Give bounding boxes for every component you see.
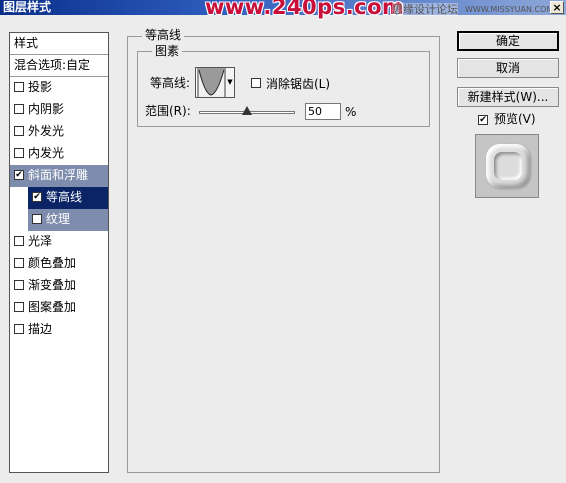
sidebar-item-contour[interactable]: 等高线: [28, 187, 108, 209]
sidebar-item-bevel-emboss[interactable]: 斜面和浮雕: [10, 165, 108, 187]
sidebar-item-label: 外发光: [28, 124, 65, 138]
preview-checkbox[interactable]: [478, 115, 488, 125]
range-slider[interactable]: [199, 106, 295, 115]
checkbox-pattern-overlay[interactable]: [14, 301, 24, 312]
chevron-down-icon[interactable]: ▼: [225, 68, 234, 97]
checkbox-satin[interactable]: [14, 235, 24, 246]
sidebar-item-label: 渐变叠加: [28, 278, 77, 292]
checkbox-inner-glow[interactable]: [14, 147, 24, 158]
range-label: 范围(R):: [145, 104, 191, 118]
style-preview: [475, 134, 539, 198]
sidebar-item-inner-glow[interactable]: 内发光: [10, 143, 108, 165]
ok-button[interactable]: 确定: [457, 31, 559, 51]
antialias-label[interactable]: 消除锯齿(L): [266, 77, 330, 91]
preview-shape: [486, 144, 530, 188]
range-slider-thumb[interactable]: [242, 106, 252, 115]
contour-curve-icon: [197, 68, 226, 97]
checkbox-gradient-overlay[interactable]: [14, 279, 24, 290]
sidebar-item-label: 图案叠加: [28, 300, 77, 314]
antialias-checkbox[interactable]: [251, 78, 261, 88]
blend-options-item[interactable]: 混合选项:自定: [10, 55, 108, 77]
checkbox-inner-shadow[interactable]: [14, 103, 24, 114]
preview-inner: [494, 152, 522, 180]
sidebar-item-drop-shadow[interactable]: 投影: [10, 77, 108, 99]
sidebar-item-label: 颜色叠加: [28, 256, 77, 270]
preview-label[interactable]: 预览(V): [494, 112, 536, 126]
close-button[interactable]: ×: [550, 1, 564, 14]
sidebar-item-label: 投影: [28, 80, 53, 94]
watermark-forum: 思缘设计论坛: [392, 3, 458, 16]
sidebar-item-pattern-overlay[interactable]: 图案叠加: [10, 297, 108, 319]
contour-group-title: 等高线: [142, 29, 185, 41]
style-list: 样式 混合选项:自定 投影 内阴影 外发光 内发光 斜面和浮雕 等高线 纹理 光…: [9, 32, 109, 473]
checkbox-outer-glow[interactable]: [14, 125, 24, 136]
checkbox-drop-shadow[interactable]: [14, 81, 24, 92]
sidebar-item-label: 斜面和浮雕: [28, 168, 89, 182]
sidebar-item-stroke[interactable]: 描边: [10, 319, 108, 341]
checkbox-stroke[interactable]: [14, 323, 24, 334]
sidebar-item-satin[interactable]: 光泽: [10, 231, 108, 253]
sidebar-item-inner-shadow[interactable]: 内阴影: [10, 99, 108, 121]
cancel-button[interactable]: 取消: [457, 58, 559, 78]
sidebar-item-label: 纹理: [46, 212, 71, 226]
title-bar: 图层样式 www.240ps.com 思缘设计论坛 WWW.MISSYUAN.C…: [0, 0, 566, 19]
watermark-url: WWW.MISSYUAN.COM: [465, 5, 554, 14]
contour-label: 等高线:: [150, 76, 191, 90]
contour-picker[interactable]: ▼: [195, 67, 235, 98]
sidebar-item-label: 等高线: [46, 190, 83, 204]
range-unit: %: [345, 105, 357, 119]
checkbox-contour[interactable]: [32, 191, 42, 202]
watermark-text: www.240ps.com: [205, 0, 405, 19]
new-style-button[interactable]: 新建样式(W)...: [457, 87, 559, 107]
checkbox-color-overlay[interactable]: [14, 257, 24, 268]
sidebar-item-label: 内发光: [28, 146, 65, 160]
sidebar-item-outer-glow[interactable]: 外发光: [10, 121, 108, 143]
elements-group-title: 图素: [152, 45, 183, 57]
sidebar-item-gradient-overlay[interactable]: 渐变叠加: [10, 275, 108, 297]
sidebar-item-color-overlay[interactable]: 颜色叠加: [10, 253, 108, 275]
sidebar-item-label: 内阴影: [28, 102, 65, 116]
range-input[interactable]: 50: [305, 103, 341, 120]
window-title: 图层样式: [3, 0, 52, 14]
checkbox-texture[interactable]: [32, 213, 42, 224]
sidebar-item-label: 光泽: [28, 234, 53, 248]
styles-header[interactable]: 样式: [10, 33, 108, 55]
sidebar-item-label: 描边: [28, 322, 53, 336]
sidebar-item-texture[interactable]: 纹理: [28, 209, 108, 231]
checkbox-bevel-emboss[interactable]: [14, 169, 24, 180]
